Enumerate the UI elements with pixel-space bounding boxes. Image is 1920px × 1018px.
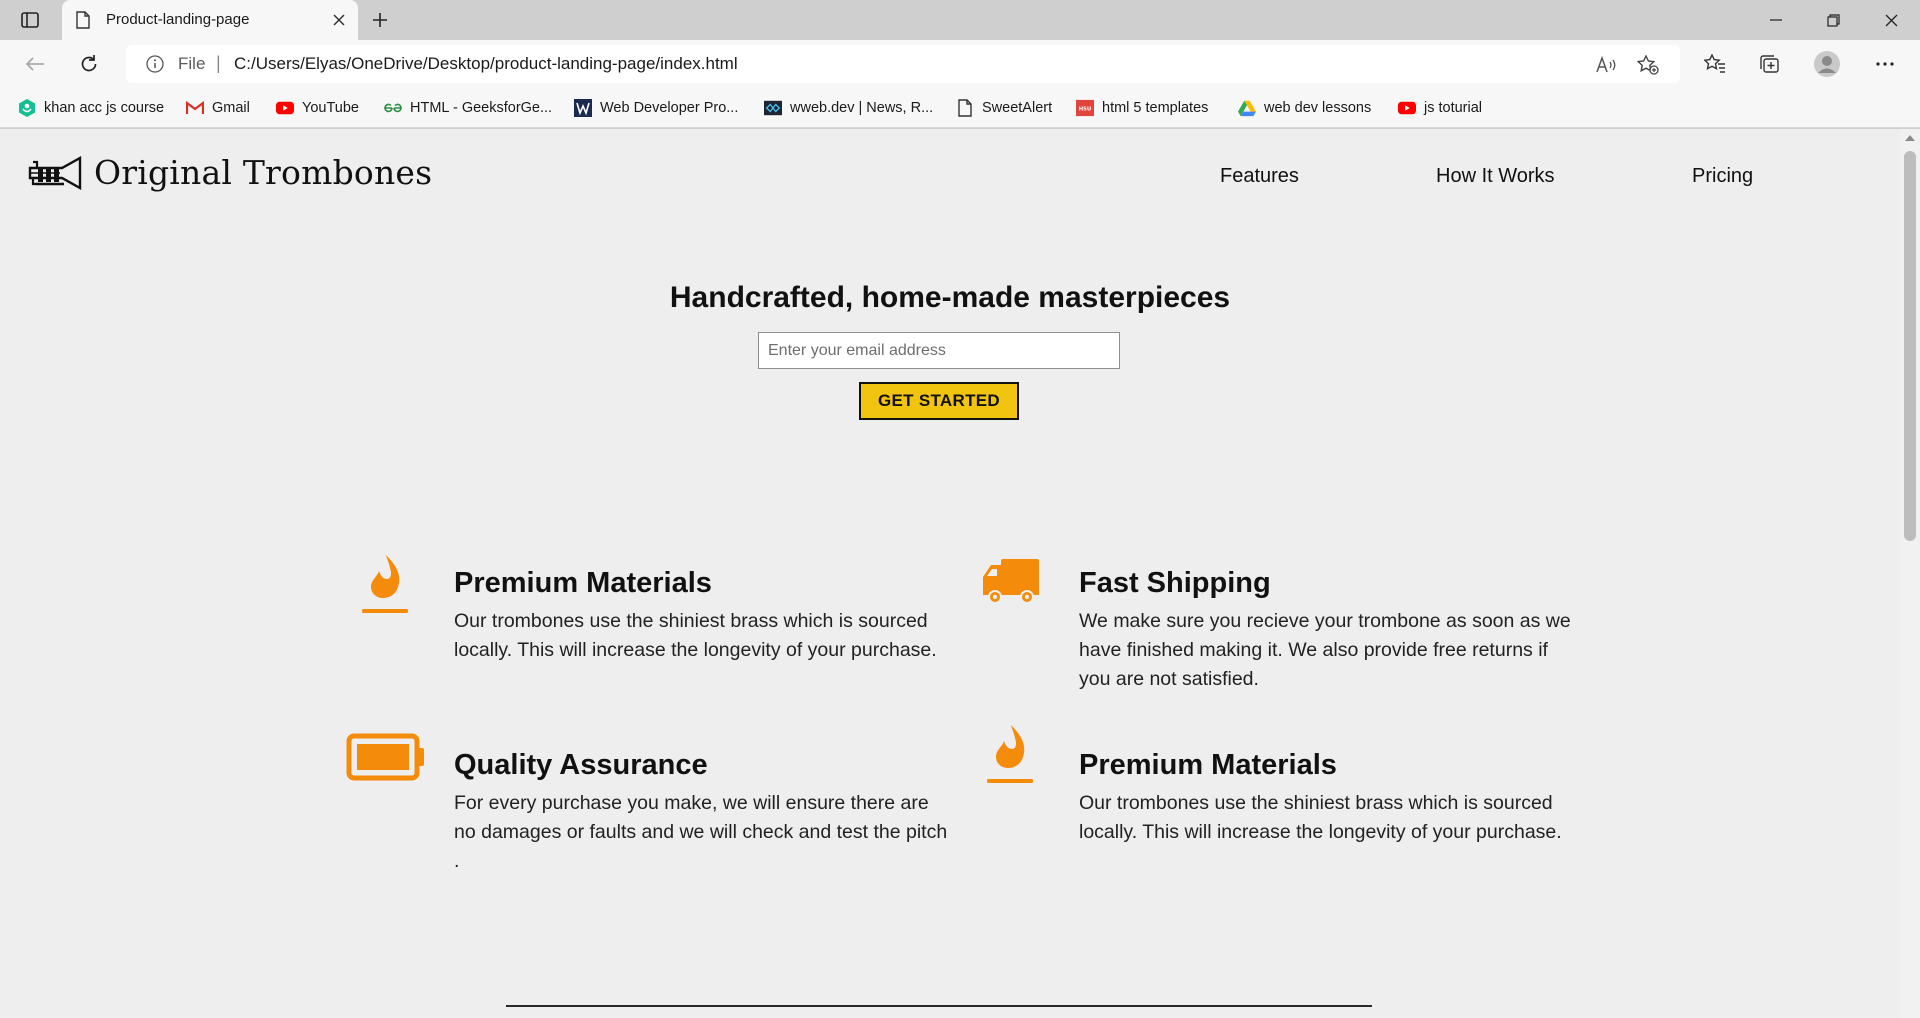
video-frame-edge — [506, 1005, 1372, 1007]
nav-link-how-it-works[interactable]: How It Works — [1436, 165, 1555, 188]
close-icon — [1885, 14, 1897, 26]
fire-icon — [362, 555, 408, 613]
scroll-up-arrow-icon[interactable] — [1905, 135, 1915, 141]
back-arrow-icon — [25, 57, 44, 71]
wweb-dev-icon — [764, 99, 782, 117]
restore-button[interactable] — [1805, 0, 1861, 40]
collections-button[interactable] — [1752, 48, 1786, 80]
bookmark-web-developer[interactable]: Web Developer Pro... — [574, 96, 738, 120]
address-url[interactable]: C:/Users/Elyas/OneDrive/Desktop/product-… — [234, 54, 738, 74]
battery-full-icon — [346, 733, 424, 781]
collections-icon — [1760, 55, 1779, 73]
star-add-icon — [1637, 55, 1659, 75]
browser-tab[interactable]: Product-landing-page — [62, 0, 358, 40]
page-icon — [76, 11, 90, 29]
feature-description: For every purchase you make, we will ens… — [454, 792, 948, 872]
bookmark-js-toturial[interactable]: js toturial — [1398, 96, 1482, 120]
refresh-button[interactable] — [72, 48, 106, 80]
truck-icon — [983, 559, 1039, 604]
tab-actions-icon — [21, 12, 39, 28]
tab-close-button[interactable] — [328, 9, 350, 31]
tab-actions-button[interactable] — [14, 8, 46, 32]
nav-link-pricing[interactable]: Pricing — [1692, 165, 1753, 188]
new-tab-button[interactable] — [366, 7, 394, 33]
close-window-button[interactable] — [1863, 0, 1919, 40]
trumpet-icon — [28, 155, 82, 190]
svg-text:H5U: H5U — [1079, 107, 1092, 113]
feature-title: Premium Materials — [1079, 749, 1337, 781]
bookmarks-bar: khan acc js course Gmail YouTube HTML - … — [0, 88, 1920, 128]
feature-description: Our trombones use the shiniest brass whi… — [1079, 792, 1562, 843]
bookmark-youtube[interactable]: YouTube — [276, 96, 359, 120]
feature-description: Our trombones use the shiniest brass whi… — [454, 610, 937, 661]
bookmark-sweetalert[interactable]: SweetAlert — [956, 96, 1052, 120]
favorites-button[interactable] — [1698, 48, 1732, 80]
bookmark-html5-templates[interactable]: H5U html 5 templates — [1076, 96, 1208, 120]
feature-title: Premium Materials — [454, 567, 712, 599]
close-icon — [333, 14, 345, 26]
minimize-button[interactable] — [1748, 0, 1804, 40]
feature-title: Fast Shipping — [1079, 567, 1271, 599]
restore-icon — [1826, 13, 1840, 27]
minimize-icon — [1770, 19, 1782, 21]
bookmark-geeksforgeeks[interactable]: HTML - GeeksforGe... — [384, 96, 552, 120]
brand-name: Original Trombones — [94, 153, 433, 192]
hero-title: Handcrafted, home-made masterpieces — [669, 281, 1231, 314]
bookmark-wweb-dev[interactable]: wweb.dev | News, R... — [764, 96, 933, 120]
youtube-icon — [1398, 99, 1416, 117]
favorites-icon — [1704, 54, 1725, 73]
address-scheme: File — [178, 54, 206, 73]
fire-icon — [987, 725, 1033, 783]
geeksforgeeks-icon — [384, 99, 402, 117]
feature-title: Quality Assurance — [454, 749, 708, 781]
bookmark-khan-acc[interactable]: khan acc js course — [18, 96, 164, 120]
get-started-button[interactable]: GET STARTED — [859, 382, 1019, 420]
more-icon — [1876, 62, 1894, 66]
address-separator: | — [216, 53, 221, 73]
feature-description: We make sure you recieve your trombone a… — [1079, 610, 1571, 690]
address-bar[interactable]: File | C:/Users/Elyas/OneDrive/Desktop/p… — [126, 45, 1680, 83]
browser-toolbar: File | C:/Users/Elyas/OneDrive/Desktop/p… — [0, 40, 1920, 88]
google-drive-icon — [1238, 99, 1256, 117]
bookmark-web-dev-lessons[interactable]: web dev lessons — [1238, 96, 1371, 120]
email-input[interactable] — [758, 332, 1120, 369]
youtube-icon — [276, 99, 294, 117]
avatar-icon — [1814, 51, 1840, 77]
back-button[interactable] — [18, 48, 52, 80]
plus-icon — [373, 13, 387, 27]
read-aloud-icon — [1596, 56, 1616, 73]
page-viewport: Original Trombones Features How It Works… — [0, 129, 1900, 1018]
nav-link-features[interactable]: Features — [1220, 165, 1299, 188]
title-bar: Product-landing-page — [0, 0, 1920, 40]
html5-templates-icon: H5U — [1076, 99, 1094, 117]
brand-logo[interactable]: Original Trombones — [28, 153, 432, 192]
gmail-icon — [186, 99, 204, 117]
scrollbar-thumb[interactable] — [1904, 151, 1916, 541]
web-developer-icon — [574, 99, 592, 117]
info-icon[interactable] — [146, 55, 164, 73]
page-scrollbar[interactable] — [1900, 129, 1920, 1018]
document-icon — [956, 99, 974, 117]
refresh-icon — [81, 55, 97, 72]
khan-academy-icon — [18, 99, 36, 117]
profile-button[interactable] — [1810, 48, 1844, 80]
read-aloud-button[interactable] — [1594, 54, 1618, 76]
tab-title: Product-landing-page — [106, 11, 250, 28]
add-favorite-button[interactable] — [1636, 54, 1660, 76]
settings-menu-button[interactable] — [1868, 48, 1902, 80]
bookmark-gmail[interactable]: Gmail — [186, 96, 250, 120]
